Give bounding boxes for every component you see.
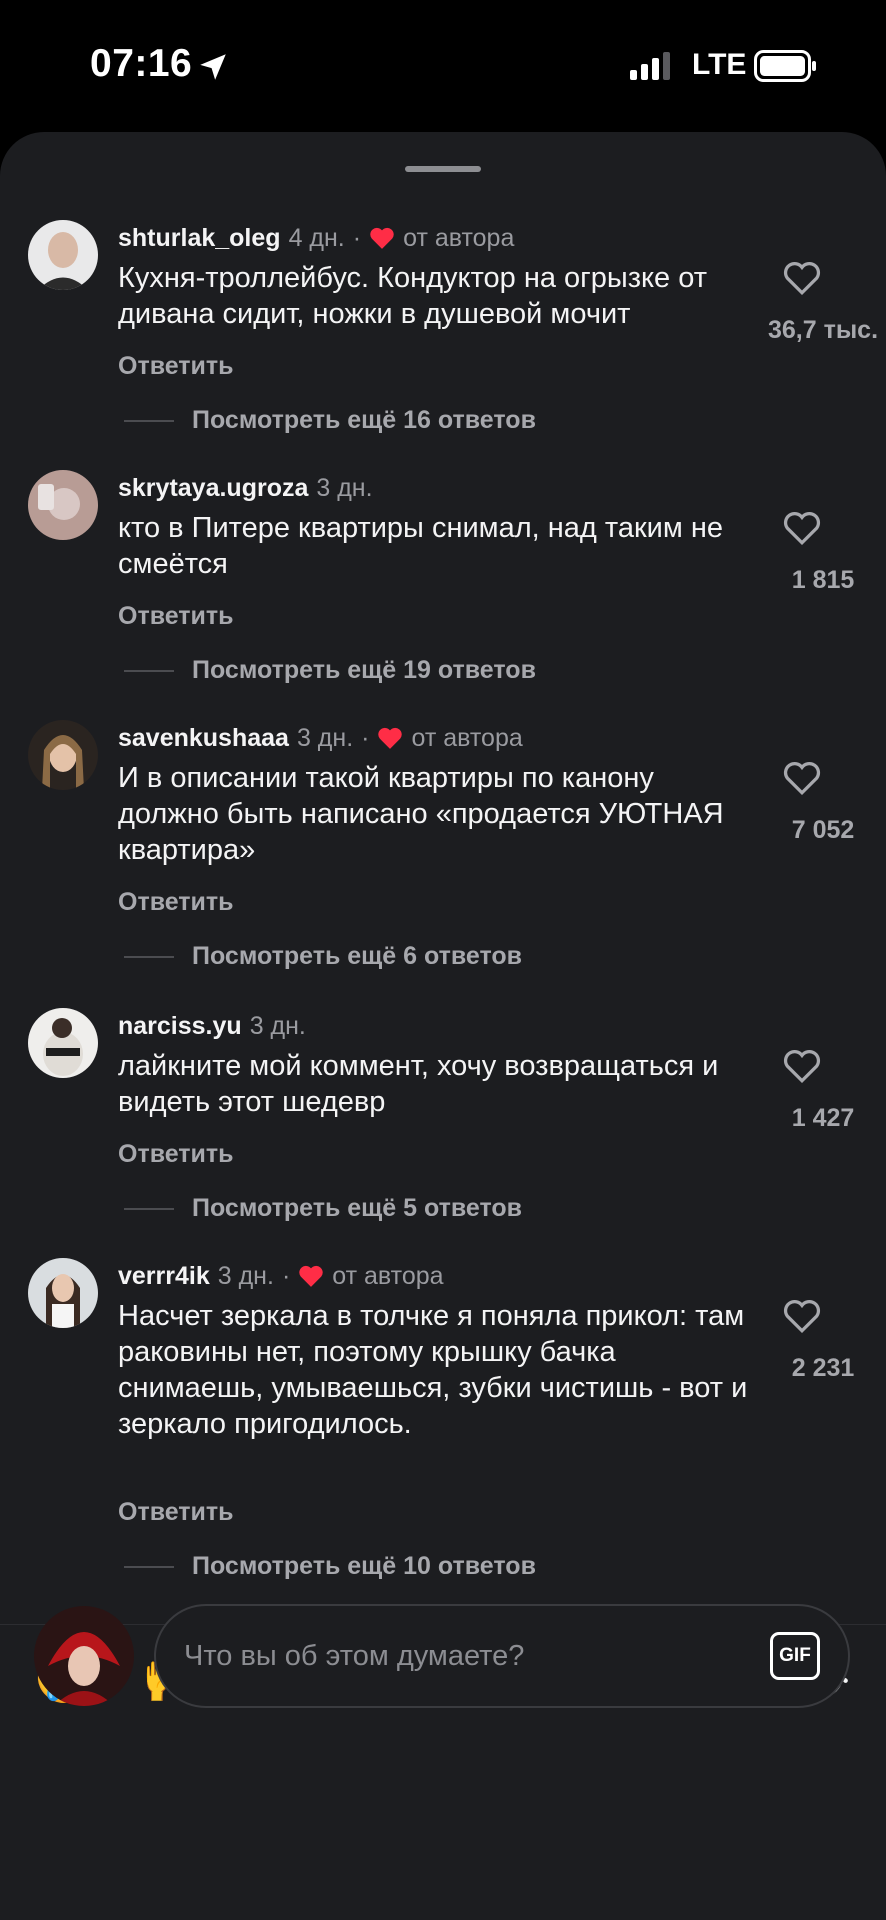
reply-button[interactable]: Ответить <box>118 602 234 631</box>
view-more-replies-label: Посмотреть ещё 16 ответов <box>192 406 536 434</box>
comment-meta: verrr4ik 3 дн. · от автора <box>118 1258 444 1294</box>
like-count: 7 052 <box>791 816 855 844</box>
signal-bars-icon <box>630 52 670 80</box>
username[interactable]: narciss.yu <box>118 1012 242 1041</box>
gif-button[interactable]: GIF <box>770 1632 820 1680</box>
thread-line <box>124 1207 174 1210</box>
author-heart-icon <box>299 1265 323 1287</box>
comment-meta: narciss.yu 3 дн. <box>118 1008 306 1044</box>
like-heart-icon[interactable] <box>782 1048 822 1084</box>
like-count: 1 427 <box>791 1104 855 1132</box>
separator-dot: · <box>281 1261 291 1290</box>
view-more-replies[interactable]: Посмотреть ещё 6 ответов <box>124 942 522 971</box>
comment-text: кто в Питере квартиры снимал, над таким … <box>118 512 724 580</box>
author-heart-icon <box>370 227 394 249</box>
separator-dot: · <box>361 723 370 752</box>
comment-time: 3 дн. <box>316 473 373 502</box>
avatar[interactable] <box>28 470 98 540</box>
comment-text: И в описании такой квартиры по канону до… <box>118 762 724 866</box>
comment-input[interactable]: Что вы об этом думаете? GIF <box>154 1604 850 1708</box>
avatar[interactable] <box>28 1008 98 1078</box>
view-more-replies[interactable]: Посмотреть ещё 19 ответов <box>124 656 536 685</box>
sheet-grabber[interactable] <box>405 166 481 172</box>
username[interactable]: savenkushaaa <box>118 724 289 753</box>
avatar[interactable] <box>28 1258 98 1328</box>
like-heart-icon[interactable] <box>782 1298 822 1334</box>
view-more-replies-label: Посмотреть ещё 5 ответов <box>192 1194 523 1222</box>
like-heart-icon[interactable] <box>782 510 822 546</box>
comment-input-placeholder: Что вы об этом думаете? <box>184 1640 525 1672</box>
view-more-replies[interactable]: Посмотреть ещё 5 ответов <box>124 1194 522 1223</box>
status-time: 07:16 <box>90 42 193 85</box>
reply-button[interactable]: Ответить <box>118 1140 234 1169</box>
status-bar: 07:16 LTE <box>0 0 886 130</box>
like-count: 36,7 тыс. <box>767 316 879 344</box>
reply-button[interactable]: Ответить <box>118 1498 234 1527</box>
username[interactable]: verrr4ik <box>118 1262 210 1291</box>
author-label: от автора <box>332 1261 444 1290</box>
location-arrow-icon <box>200 54 226 80</box>
author-label: от автора <box>403 223 515 252</box>
view-more-replies[interactable]: Посмотреть ещё 10 ответов <box>124 1552 536 1581</box>
comment-text: лайкните мой коммент, хочу возвращаться … <box>118 1050 719 1118</box>
current-user-avatar[interactable] <box>34 1606 134 1706</box>
comment-text: Насчет зеркала в толчке я поняла прикол:… <box>118 1300 748 1440</box>
comment-text: Кухня-троллейбус. Кондуктор на огрызке о… <box>118 262 707 330</box>
like-heart-icon[interactable] <box>782 260 822 296</box>
thread-line <box>124 669 174 672</box>
like-count: 2 231 <box>791 1354 855 1382</box>
comment-meta: shturlak_oleg 4 дн. · от автора <box>118 220 514 256</box>
like-heart-icon[interactable] <box>782 760 822 796</box>
thread-line <box>124 1565 174 1568</box>
comment-time: 3 дн. <box>217 1261 274 1290</box>
author-heart-icon <box>378 727 403 749</box>
view-more-replies-label: Посмотреть ещё 6 ответов <box>192 942 523 970</box>
separator-dot: · <box>352 223 362 252</box>
battery-icon <box>754 50 816 82</box>
avatar[interactable] <box>28 720 98 790</box>
username[interactable]: shturlak_oleg <box>118 224 281 253</box>
reply-button[interactable]: Ответить <box>118 888 234 917</box>
like-count: 1 815 <box>791 566 855 594</box>
comment-meta: savenkushaaa 3 дн. · от автора <box>118 720 523 756</box>
comment-time: 4 дн. <box>288 223 345 252</box>
avatar[interactable] <box>28 220 98 290</box>
thread-line <box>124 419 174 422</box>
comment-meta: skrytaya.ugroza 3 дн. <box>118 470 373 506</box>
view-more-replies[interactable]: Посмотреть ещё 16 ответов <box>124 406 536 435</box>
network-label: LTE <box>692 48 747 81</box>
view-more-replies-label: Посмотреть ещё 19 ответов <box>192 656 536 684</box>
reply-button[interactable]: Ответить <box>118 352 234 381</box>
view-more-replies-label: Посмотреть ещё 10 ответов <box>192 1552 536 1580</box>
author-label: от автора <box>411 723 523 752</box>
comment-time: 3 дн. <box>249 1011 306 1040</box>
thread-line <box>124 955 174 958</box>
comment-time: 3 дн. <box>296 723 354 752</box>
username[interactable]: skrytaya.ugroza <box>118 474 308 503</box>
